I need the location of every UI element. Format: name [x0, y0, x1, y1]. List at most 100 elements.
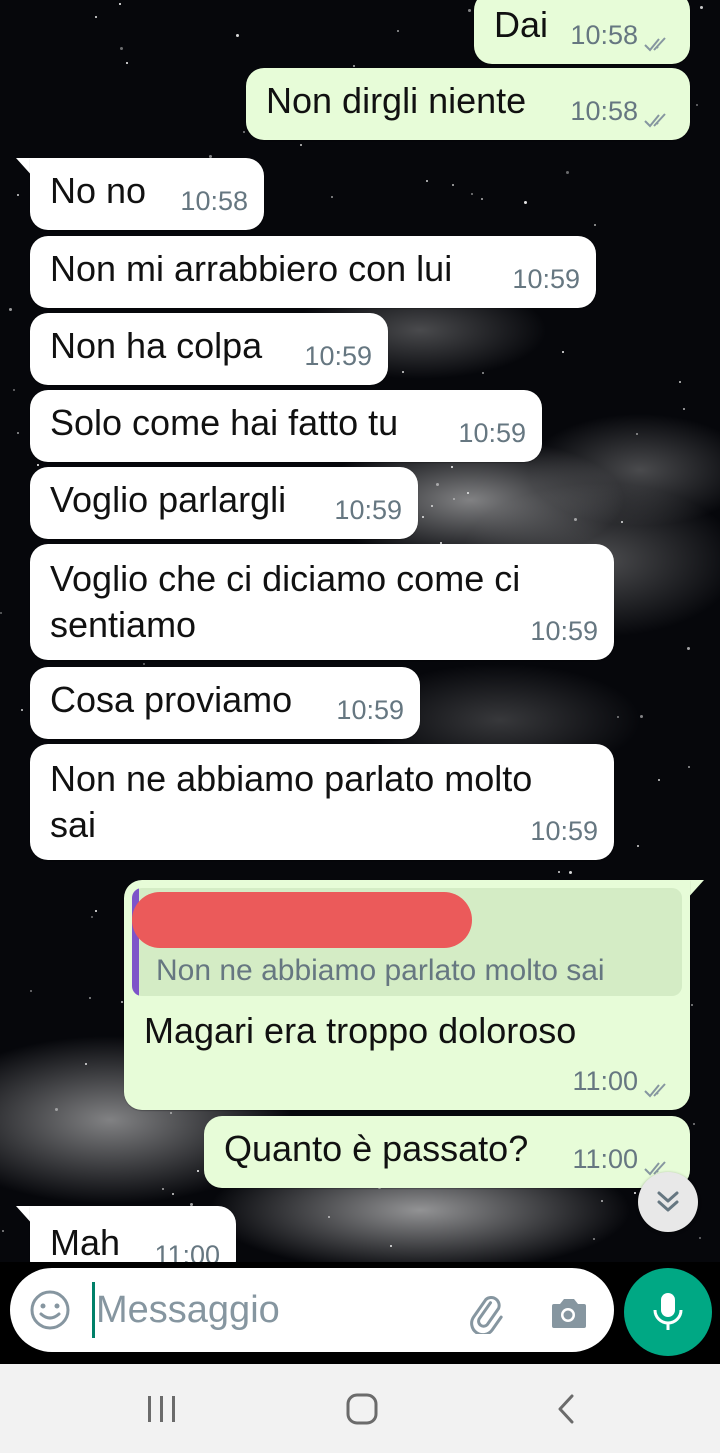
message-outgoing-reply[interactable]: Non ne abbiamo parlato molto sai Magari … [124, 880, 690, 1110]
back-icon[interactable] [546, 1392, 586, 1426]
star [126, 62, 128, 64]
star [452, 184, 454, 186]
message-incoming[interactable]: Voglio parlargli 10:59 [30, 467, 418, 539]
quoted-text: Non ne abbiamo parlato molto sai [156, 954, 605, 987]
message-text: Cosa proviamo [50, 679, 293, 720]
star [467, 492, 469, 494]
star [636, 433, 638, 435]
star [679, 381, 681, 383]
star [696, 104, 698, 106]
system-navigation-bar [0, 1364, 720, 1453]
star [170, 1112, 172, 1114]
star [426, 180, 428, 182]
message-outgoing[interactable]: Dai 10:58 [474, 0, 690, 64]
star [693, 1123, 695, 1125]
message-time: 10:58 [570, 20, 638, 50]
camera-icon[interactable] [546, 1290, 590, 1334]
message-time: 11:00 [572, 1144, 638, 1174]
message-text: Non dirgli niente [266, 80, 527, 121]
chat-area[interactable]: Dai 10:58 Non dirgli niente 10:58 No no … [0, 0, 720, 1262]
message-incoming[interactable]: Solo come hai fatto tu 10:59 [30, 390, 542, 462]
message-text: Solo come hai fatto tu [50, 402, 399, 443]
star [121, 1001, 123, 1003]
microphone-icon [653, 1293, 683, 1330]
message-text: Voglio che ci diciamo come ci sentiamo [50, 558, 521, 645]
star [30, 990, 32, 992]
home-icon[interactable] [342, 1392, 382, 1426]
message-outgoing[interactable]: Non dirgli niente 10:58 [246, 68, 690, 140]
message-incoming[interactable]: Voglio che ci diciamo come ci sentiamo 1… [30, 544, 614, 660]
paperclip-icon[interactable] [462, 1290, 506, 1334]
message-incoming[interactable]: Cosa proviamo 10:59 [30, 667, 420, 739]
star [236, 34, 239, 37]
message-text: No no [50, 170, 147, 211]
message-text: Non mi arrabbiero con lui [50, 248, 453, 289]
star [683, 408, 685, 410]
message-incoming[interactable]: No no 10:58 [30, 158, 264, 230]
message-incoming[interactable]: Non ne abbiamo parlato molto sai 10:59 [30, 744, 614, 860]
star [331, 196, 333, 198]
read-ticks-icon [644, 1083, 666, 1098]
star [687, 647, 690, 650]
star [21, 709, 23, 711]
message-time: 10:59 [304, 341, 372, 371]
message-incoming[interactable]: Non mi arrabbiero con lui 10:59 [30, 236, 596, 308]
star [699, 1237, 701, 1239]
read-ticks-icon [644, 113, 666, 128]
star [197, 1170, 199, 1172]
star [658, 779, 660, 781]
star [143, 663, 145, 665]
voice-message-button[interactable] [624, 1268, 712, 1356]
star [91, 916, 93, 918]
star [481, 198, 483, 200]
recents-icon[interactable] [142, 1392, 182, 1426]
message-incoming[interactable]: Non ha colpa 10:59 [30, 313, 388, 385]
text-cursor [92, 1282, 95, 1338]
scroll-to-bottom-button[interactable] [638, 1172, 698, 1232]
star [17, 194, 19, 196]
redacted-author [132, 892, 472, 948]
message-text: Magari era troppo doloroso [144, 1010, 577, 1051]
star [243, 131, 245, 133]
star [640, 715, 643, 718]
message-outgoing[interactable]: Quanto è passato? 11:00 [204, 1116, 690, 1188]
star [574, 518, 577, 521]
star [471, 193, 473, 195]
star [621, 521, 623, 523]
star [453, 498, 455, 500]
star [593, 1238, 595, 1240]
star [688, 766, 690, 768]
star [37, 464, 39, 466]
star [436, 483, 439, 486]
star [17, 432, 19, 434]
star [422, 516, 424, 518]
star [55, 1108, 58, 1111]
message-text: Mah [50, 1222, 121, 1262]
message-time: 10:59 [334, 495, 402, 525]
message-time: 10:59 [530, 616, 598, 646]
star [119, 3, 121, 5]
star [390, 1245, 392, 1247]
read-ticks-icon [644, 37, 666, 52]
quoted-message[interactable]: Non ne abbiamo parlato molto sai [132, 888, 682, 996]
emoji-icon[interactable] [28, 1288, 72, 1332]
message-time: 11:00 [572, 1066, 638, 1096]
star [601, 1200, 603, 1202]
message-incoming[interactable]: Mah 11:00 [30, 1206, 236, 1262]
star [9, 308, 12, 311]
star [89, 997, 91, 999]
star [562, 351, 564, 353]
message-input[interactable] [96, 1282, 446, 1338]
star [120, 47, 123, 50]
star [468, 9, 471, 12]
star [95, 910, 97, 912]
message-input-container[interactable] [10, 1268, 614, 1352]
star [300, 144, 302, 146]
message-text: Non ha colpa [50, 325, 263, 366]
star [634, 1192, 636, 1194]
star [482, 372, 484, 374]
star [162, 1188, 164, 1190]
star [2, 1230, 4, 1232]
star [353, 65, 355, 67]
star [700, 6, 703, 9]
